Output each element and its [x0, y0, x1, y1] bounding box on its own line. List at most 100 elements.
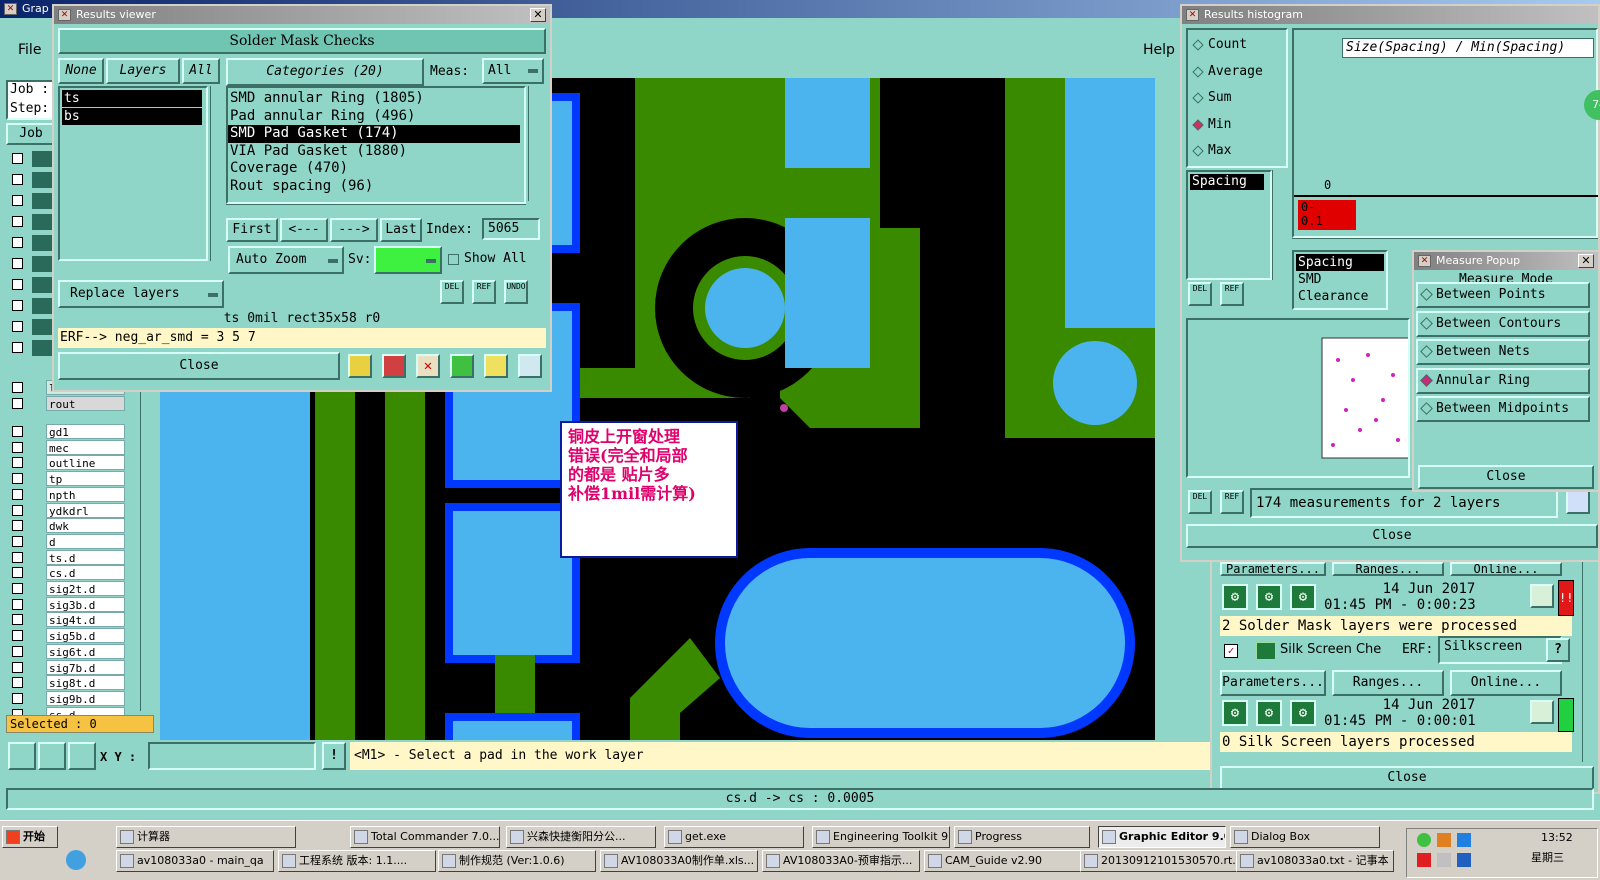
hist-ref-icon-2[interactable]: REF: [1220, 490, 1244, 514]
layer-checkbox[interactable]: [12, 551, 23, 563]
ref-icon[interactable]: REF: [472, 280, 496, 304]
online-button-2[interactable]: Online...: [1450, 670, 1562, 696]
auto-zoom-dropdown[interactable]: Auto Zoom: [228, 246, 344, 274]
layer-row[interactable]: d: [10, 533, 125, 550]
layer-results-scrollbar[interactable]: [210, 86, 224, 261]
tool-icon-2[interactable]: [38, 742, 66, 770]
category-item[interactable]: VIA Pad Gasket (1880): [228, 143, 520, 161]
stop-icon-1[interactable]: ⚙: [1290, 584, 1316, 610]
highlight-icon[interactable]: [382, 354, 406, 378]
taskbar-button[interactable]: Progress: [954, 826, 1090, 848]
layer-row[interactable]: [10, 255, 56, 273]
hist-del-icon-2[interactable]: DEL: [1188, 490, 1212, 514]
layer-checkbox[interactable]: [12, 645, 23, 657]
job-button[interactable]: Job: [6, 123, 56, 145]
layer-checkbox[interactable]: [12, 598, 23, 610]
report-icon[interactable]: [348, 354, 372, 378]
tool-icon-1[interactable]: [8, 742, 36, 770]
alert-icon[interactable]: !: [322, 742, 346, 770]
hist-option-average[interactable]: Average: [1190, 61, 1282, 83]
measure-mode-3[interactable]: Annular Ring: [1416, 367, 1590, 394]
layer-checkbox[interactable]: [12, 195, 23, 206]
measure-mode-4[interactable]: Between Midpoints: [1416, 396, 1590, 422]
measure-popup-close-icon[interactable]: ✕: [1578, 254, 1594, 268]
layer-row[interactable]: [10, 150, 56, 168]
layer-row[interactable]: [10, 339, 56, 357]
run-icon-2[interactable]: ⚙: [1222, 700, 1248, 726]
tray-icon-2[interactable]: [1437, 833, 1451, 847]
checklist-close-button[interactable]: Close: [1220, 766, 1594, 790]
layer-checkbox[interactable]: [12, 535, 23, 547]
ranges-button-2[interactable]: Ranges...: [1332, 670, 1444, 696]
first-button[interactable]: First: [226, 218, 278, 242]
taskbar-button[interactable]: 兴森快捷衡阳分公...: [506, 826, 656, 848]
histogram-close-button[interactable]: Close: [1186, 524, 1598, 548]
taskbar-button[interactable]: AV108033A0-预审指示...: [762, 850, 920, 872]
layer-row[interactable]: npth: [10, 486, 125, 503]
layer-checkbox[interactable]: [12, 237, 23, 248]
hist-option-min[interactable]: Min: [1190, 114, 1282, 136]
run-all-icon-1[interactable]: ⚙: [1256, 584, 1282, 610]
tray-icon-4[interactable]: [1417, 853, 1431, 867]
erf-value[interactable]: Silkscreen: [1438, 636, 1562, 664]
sv-color-dropdown[interactable]: [374, 246, 442, 274]
categories-hscrollbar[interactable]: [226, 204, 526, 214]
histogram-icon[interactable]: [518, 354, 542, 378]
ranges-button-1[interactable]: Ranges...: [1332, 562, 1444, 576]
layer-checkbox[interactable]: [12, 520, 23, 532]
layer-row[interactable]: sig2t.d: [10, 581, 125, 597]
hist-option-sum[interactable]: Sum: [1190, 87, 1282, 109]
del-icon[interactable]: DEL: [440, 280, 464, 304]
next-button[interactable]: --->: [330, 218, 378, 242]
histogram-bar[interactable]: 0- 0.1: [1298, 200, 1356, 230]
params-button-1[interactable]: Parameters...: [1220, 562, 1326, 576]
layer-checkbox[interactable]: [12, 279, 23, 290]
meas-dropdown[interactable]: All: [482, 58, 544, 84]
layer-row[interactable]: [10, 192, 56, 210]
layer-row[interactable]: [10, 234, 56, 252]
index-input[interactable]: 5065: [482, 218, 540, 240]
histogram-measure-list[interactable]: Spacing: [1186, 170, 1272, 280]
layer-row[interactable]: [10, 213, 56, 231]
notes-icon[interactable]: [484, 354, 508, 378]
tray-icon-5[interactable]: [1437, 853, 1451, 867]
show-all-checkbox[interactable]: [448, 254, 459, 265]
layer-checkbox[interactable]: [12, 677, 23, 689]
taskbar-button[interactable]: av108033a0.txt - 记事本: [1236, 850, 1394, 872]
step-icon[interactable]: [450, 354, 474, 378]
hist-type-item[interactable]: SMD: [1296, 271, 1384, 288]
taskbar-button[interactable]: AV108033A0制作单.xls...: [600, 850, 758, 872]
taskbar-button[interactable]: Engineering Toolkit 9....: [812, 826, 950, 848]
last-button[interactable]: Last: [380, 218, 422, 242]
layer-row[interactable]: [10, 318, 56, 336]
zoom-icon-2[interactable]: [1530, 700, 1554, 724]
layer-checkbox[interactable]: [12, 473, 23, 485]
hist-option-max[interactable]: Max: [1190, 140, 1282, 162]
layer-checkbox[interactable]: [12, 630, 23, 642]
replace-layers-dropdown[interactable]: Replace layers: [58, 280, 224, 308]
layer-checkbox[interactable]: [12, 441, 23, 453]
grid-icon[interactable]: [68, 742, 96, 770]
categories-scrollbar[interactable]: [528, 86, 542, 201]
layer-checkbox[interactable]: [12, 692, 23, 704]
layer-list-scrollbar[interactable]: [140, 366, 154, 711]
layer-results-list[interactable]: ts bs: [58, 86, 208, 261]
layer-row[interactable]: sig9b.d: [10, 690, 125, 707]
stop-icon-2[interactable]: ⚙: [1290, 700, 1316, 726]
category-item[interactable]: SMD Pad Gasket (174): [228, 125, 520, 143]
layer-checkbox[interactable]: [12, 661, 23, 673]
spacing-item[interactable]: Spacing: [1190, 174, 1264, 190]
layer-row[interactable]: sig3b.d: [10, 596, 125, 613]
silk-checkbox[interactable]: ✓: [1224, 644, 1238, 658]
start-button[interactable]: 开始: [2, 826, 58, 848]
none-button[interactable]: None: [58, 58, 104, 84]
layer-row[interactable]: gd1: [10, 424, 125, 440]
histogram-measure-scrollbar[interactable]: [1272, 170, 1286, 280]
tray-icon-6[interactable]: [1457, 853, 1471, 867]
categories-button[interactable]: Categories (20): [226, 58, 424, 86]
layer-row[interactable]: outline: [10, 455, 125, 471]
layer-row[interactable]: sig5b.d: [10, 628, 125, 644]
layer-row[interactable]: mec: [10, 439, 125, 456]
layer-row[interactable]: [10, 297, 56, 315]
results-viewer-close-icon[interactable]: ✕: [530, 8, 546, 22]
